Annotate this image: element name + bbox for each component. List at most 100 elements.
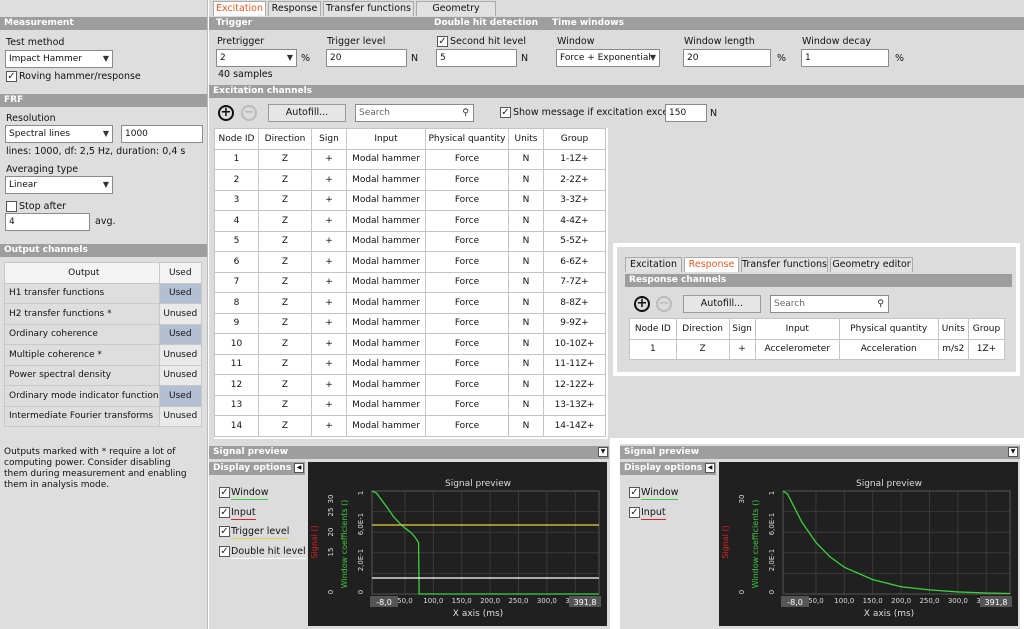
y-tick-label: 25 xyxy=(327,508,335,517)
pretrigger-label: Pretrigger xyxy=(217,36,265,47)
window-decay-input[interactable]: 1 xyxy=(801,49,889,67)
table-row[interactable]: Intermediate Fourier transforms Unused xyxy=(4,405,203,427)
collapse-left-icon[interactable]: ◀ xyxy=(705,463,715,473)
tab-transfer-functions[interactable]: Transfer functions xyxy=(323,1,414,16)
rp-autofill-button[interactable]: Autofill... xyxy=(683,295,761,313)
threshold-unit: N xyxy=(710,108,718,119)
used-toggle[interactable]: Used xyxy=(158,385,203,407)
used-toggle[interactable]: Unused xyxy=(158,303,203,325)
used-toggle[interactable]: Unused xyxy=(158,405,203,427)
table-row[interactable]: 4 Z + Modal hammer Force N 4-4Z+ xyxy=(214,210,606,232)
left-display-options: Display options xyxy=(209,462,305,475)
col-units: Units xyxy=(937,318,970,340)
table-row[interactable]: 8 Z + Modal hammer Force N 8-8Z+ xyxy=(214,292,606,314)
option-checkbox[interactable]: ✓ xyxy=(219,487,230,498)
add-response-icon[interactable]: + xyxy=(634,296,650,312)
roving-checkbox[interactable]: ✓ xyxy=(6,71,17,82)
collapse-icon[interactable]: ▼ xyxy=(1008,447,1018,457)
option-label: Double hit level xyxy=(231,545,306,559)
x-axis-label: X axis (ms) xyxy=(864,609,914,619)
trigger-level-input[interactable]: 20 xyxy=(326,49,407,67)
col-group: Group xyxy=(968,318,1005,340)
table-row[interactable]: 13 Z + Modal hammer Force N 13-13Z+ xyxy=(214,394,606,416)
used-toggle[interactable]: Unused xyxy=(158,364,203,386)
y-axis-label-window: Window coefficients () xyxy=(751,500,760,589)
stop-after-checkbox[interactable] xyxy=(6,201,17,212)
frf-header: FRF xyxy=(0,94,207,107)
tab-response[interactable]: Response xyxy=(268,1,321,16)
table-row[interactable]: 14 Z + Modal hammer Force N 14-14Z+ xyxy=(214,415,606,437)
autofill-button[interactable]: Autofill... xyxy=(268,104,346,122)
table-row[interactable]: 1 Z + Accelerometer Acceleration m/s2 1Z… xyxy=(629,338,1005,360)
y-tick-label: 0 xyxy=(327,590,335,594)
option-checkbox[interactable]: ✓ xyxy=(219,526,230,537)
table-row[interactable]: H2 transfer functions * Unused xyxy=(4,303,203,325)
second-hit-checkbox[interactable]: ✓ xyxy=(437,36,448,47)
pretrigger-select[interactable]: 2 ▼ xyxy=(216,49,297,67)
stop-after-input[interactable]: 4 xyxy=(5,213,90,231)
option-checkbox[interactable]: ✓ xyxy=(629,487,640,498)
series-line-window xyxy=(782,490,1011,595)
option-checkbox[interactable]: ✓ xyxy=(219,506,230,518)
rp-tab-geometry-editor[interactable]: Geometry editor xyxy=(830,257,913,272)
test-method-select[interactable]: Impact Hammer ▼ xyxy=(5,50,113,68)
trigger-level-label: Trigger level xyxy=(327,36,386,47)
option-checkbox[interactable]: ✓ xyxy=(219,545,230,557)
show-message-label: Show message if excitation exceeds xyxy=(513,107,686,118)
rp-search-input[interactable]: Search ⚲ xyxy=(770,295,889,313)
table-row[interactable]: 3 Z + Modal hammer Force N 3-3Z+ xyxy=(214,189,606,211)
remove-channel-icon[interactable]: − xyxy=(241,105,257,121)
x-max-label: 391,8 xyxy=(985,598,1008,607)
x-tick-label: 50,0 xyxy=(808,597,824,605)
window-select[interactable]: Force + Exponential ▼ xyxy=(556,49,660,67)
option-checkbox[interactable]: ✓ xyxy=(629,506,640,518)
show-message-checkbox[interactable]: ✓ xyxy=(500,107,511,118)
collapse-icon[interactable]: ▼ xyxy=(598,447,608,457)
table-row[interactable]: 9 Z + Modal hammer Force N 9-9Z+ xyxy=(214,312,606,334)
window-tick-label: 1 xyxy=(768,491,776,495)
used-toggle[interactable]: Used xyxy=(158,323,203,345)
y-axis-label-window: Window coefficients () xyxy=(340,500,349,589)
table-row[interactable]: 5 Z + Modal hammer Force N 5-5Z+ xyxy=(214,230,606,252)
response-channels-header: Response channels xyxy=(625,274,1012,287)
table-row[interactable]: Ordinary mode indicator function Used xyxy=(4,385,203,407)
tab-geometry-editor[interactable]: Geometry editor xyxy=(416,1,496,28)
averaging-select[interactable]: Linear ▼ xyxy=(5,176,113,194)
used-toggle[interactable]: Unused xyxy=(158,344,203,366)
rp-tab-excitation[interactable]: Excitation xyxy=(625,257,682,272)
threshold-input[interactable]: 150 xyxy=(665,104,707,122)
table-row[interactable]: 7 Z + Modal hammer Force N 7-7Z+ xyxy=(214,271,606,293)
table-row[interactable]: 6 Z + Modal hammer Force N 6-6Z+ xyxy=(214,251,606,273)
x-tick-label: 100,0 xyxy=(423,597,443,605)
table-row[interactable]: 12 Z + Modal hammer Force N 12-12Z+ xyxy=(214,374,606,396)
resolution-value-input[interactable]: 1000 xyxy=(121,125,203,143)
tab-excitation[interactable]: Excitation xyxy=(213,1,266,16)
resolution-select[interactable]: Spectral lines ▼ xyxy=(5,125,113,143)
second-hit-input[interactable]: 5 xyxy=(436,49,517,67)
rp-tab-response[interactable]: Response xyxy=(684,257,739,272)
search-input[interactable]: Search ⚲ xyxy=(355,104,474,122)
table-row[interactable]: Ordinary coherence Used xyxy=(4,323,203,345)
frf-info: lines: 1000, df: 2,5 Hz, duration: 0,4 s xyxy=(6,146,186,157)
left-preview-header: Signal preview xyxy=(209,446,609,459)
table-row[interactable]: Multiple coherence * Unused xyxy=(4,344,203,366)
table-row[interactable]: 11 Z + Modal hammer Force N 11-11Z+ xyxy=(214,353,606,375)
window-length-input[interactable]: 20 xyxy=(683,49,771,67)
table-row[interactable]: 10 Z + Modal hammer Force N 10-10Z+ xyxy=(214,333,606,355)
used-toggle[interactable]: Used xyxy=(158,282,203,304)
y-tick-label: 20 xyxy=(327,528,335,537)
x-axis-label: X axis (ms) xyxy=(453,609,503,619)
y-tick-label: 30 xyxy=(738,495,746,504)
remove-response-icon[interactable]: − xyxy=(656,296,672,312)
col-node-id: Node ID xyxy=(629,318,677,340)
table-row[interactable]: Power spectral density Unused xyxy=(4,364,203,386)
table-row[interactable]: 1 Z + Modal hammer Force N 1-1Z+ xyxy=(214,148,606,170)
rp-tab-transfer-functions[interactable]: Transfer functions xyxy=(741,257,828,272)
x-min-label: -8,0 xyxy=(787,598,803,607)
option-label: Trigger level xyxy=(231,526,290,539)
table-row[interactable]: 2 Z + Modal hammer Force N 2-2Z+ xyxy=(214,169,606,191)
collapse-left-icon[interactable]: ◀ xyxy=(294,463,304,473)
add-channel-icon[interactable]: + xyxy=(218,105,234,121)
table-row[interactable]: H1 transfer functions Used xyxy=(4,282,203,304)
x-max-label: 391,8 xyxy=(574,598,597,607)
